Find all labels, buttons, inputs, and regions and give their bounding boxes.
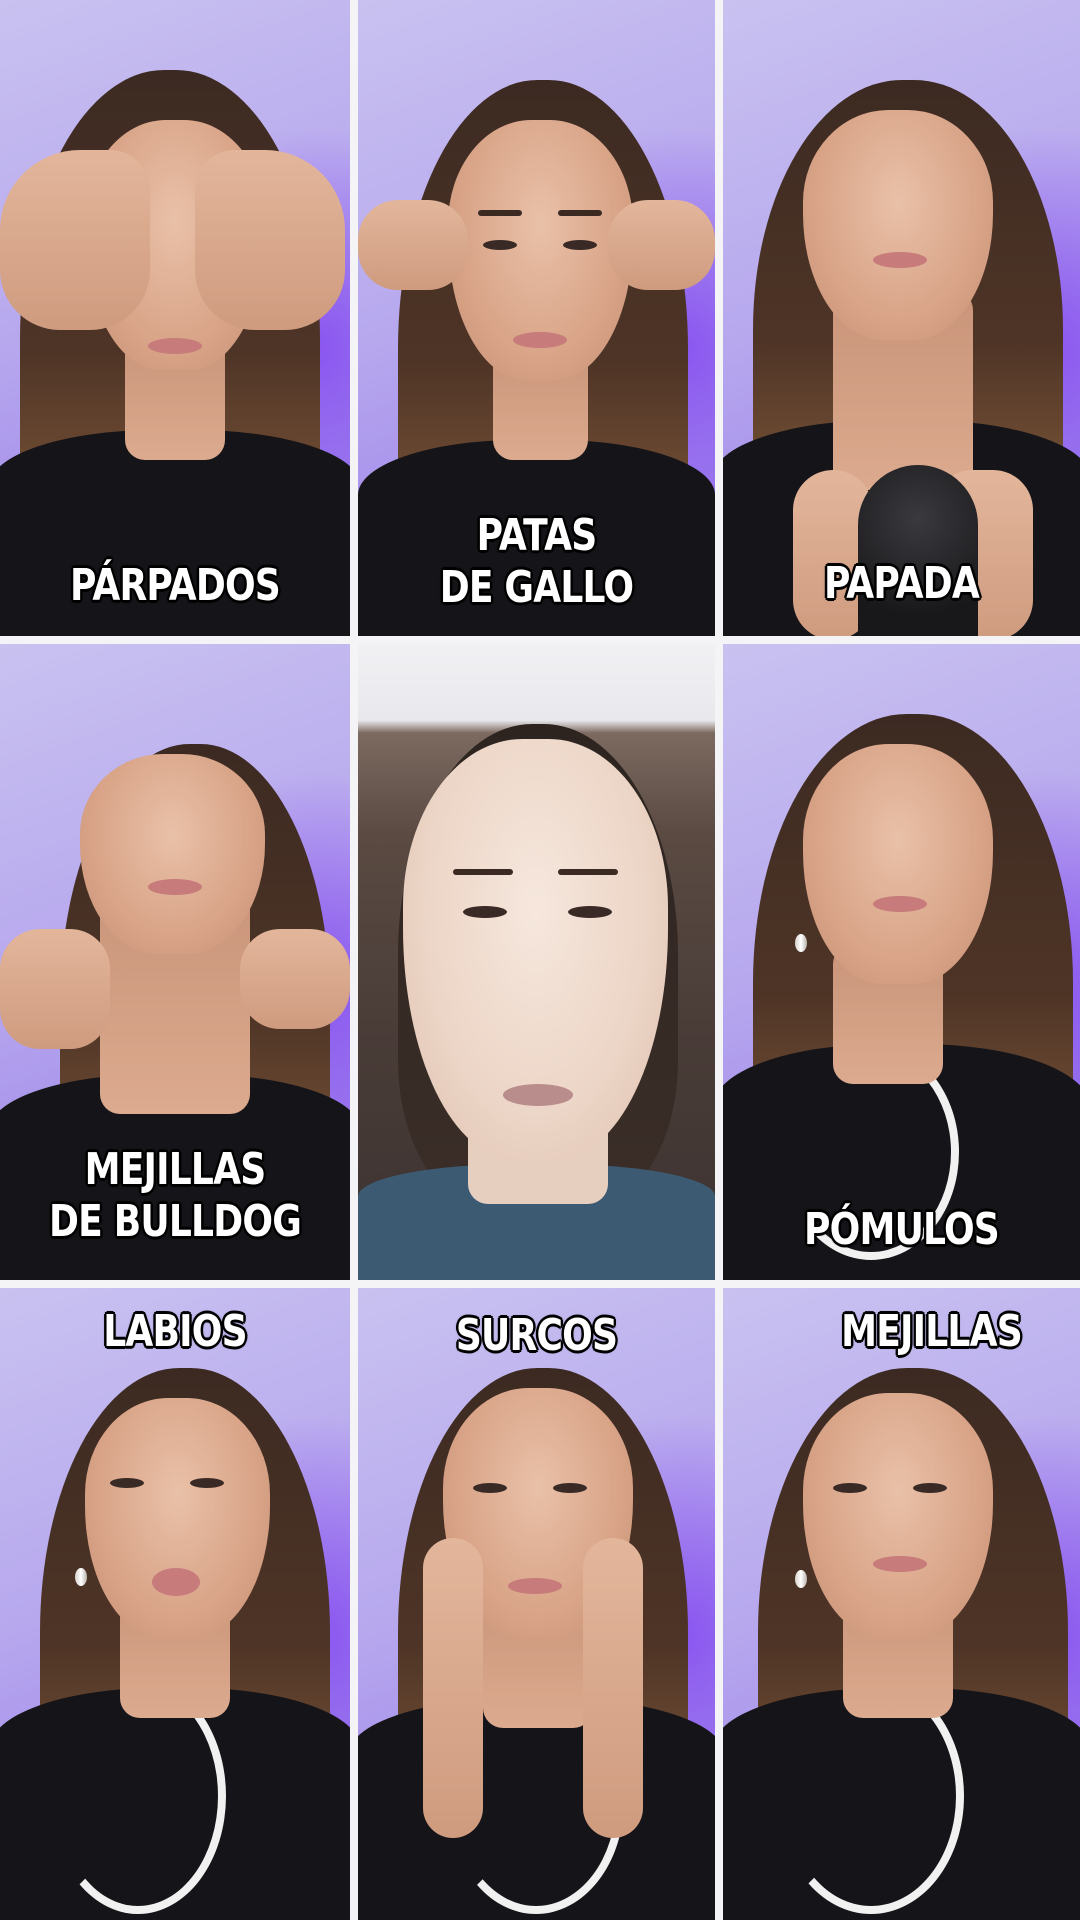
mouth xyxy=(152,1568,200,1596)
left-eye xyxy=(463,906,507,918)
tile-patas-de-gallo: PATAS DE GALLO xyxy=(358,0,715,636)
tile-surcos: SURCOS xyxy=(358,1288,715,1920)
right-hand xyxy=(583,1538,643,1838)
tile-mejillas: MEJILLAS xyxy=(723,1288,1080,1920)
face xyxy=(85,1398,270,1638)
mouth xyxy=(148,879,202,895)
right-brow xyxy=(558,210,602,216)
right-eye xyxy=(190,1478,224,1488)
right-brow xyxy=(558,869,618,875)
tile-parpados: PÁRPADOS xyxy=(0,0,350,636)
tile-mejillas-de-bulldog: MEJILLAS DE BULLDOG xyxy=(0,644,350,1280)
right-eye xyxy=(553,1483,587,1493)
left-eye xyxy=(483,240,517,250)
tile-label: PATAS DE GALLO xyxy=(439,510,634,613)
tile-pomulos: PÓMULOS xyxy=(723,644,1080,1280)
tile-label: LABIOS xyxy=(103,1306,247,1357)
left-hand xyxy=(358,200,468,290)
tile-label: SURCOS xyxy=(455,1310,618,1361)
tile-label: MEJILLAS xyxy=(841,1306,1023,1357)
mouth xyxy=(513,332,567,348)
tile-label: PÓMULOS xyxy=(804,1204,1000,1255)
mouth xyxy=(873,896,927,912)
left-eye xyxy=(833,1483,867,1493)
left-hand xyxy=(0,929,110,1049)
microphone xyxy=(858,465,978,636)
left-hand xyxy=(0,150,150,330)
mouth xyxy=(503,1084,573,1106)
earring xyxy=(795,934,807,952)
mouth xyxy=(873,252,927,268)
face xyxy=(803,110,993,340)
left-eye xyxy=(110,1478,144,1488)
right-eye xyxy=(563,240,597,250)
face xyxy=(80,754,265,954)
right-hand xyxy=(195,150,345,330)
tile-papada: PAPADA xyxy=(723,0,1080,636)
right-hand xyxy=(608,200,715,290)
earring xyxy=(75,1568,87,1586)
right-eye xyxy=(913,1483,947,1493)
mouth xyxy=(148,338,202,354)
right-eye xyxy=(568,906,612,918)
tile-label: MEJILLAS DE BULLDOG xyxy=(49,1144,302,1247)
face xyxy=(803,1393,993,1638)
tile-before-photo xyxy=(358,644,715,1280)
tile-labios: LABIOS xyxy=(0,1288,350,1920)
right-hand xyxy=(240,929,350,1029)
face xyxy=(803,744,993,984)
earring xyxy=(795,1570,807,1588)
left-hand xyxy=(423,1538,483,1838)
tile-label: PAPADA xyxy=(823,558,980,609)
mouth xyxy=(873,1556,927,1572)
left-brow xyxy=(453,869,513,875)
tile-label: PÁRPADOS xyxy=(70,560,281,611)
left-brow xyxy=(478,210,522,216)
mouth xyxy=(508,1578,562,1594)
left-eye xyxy=(473,1483,507,1493)
